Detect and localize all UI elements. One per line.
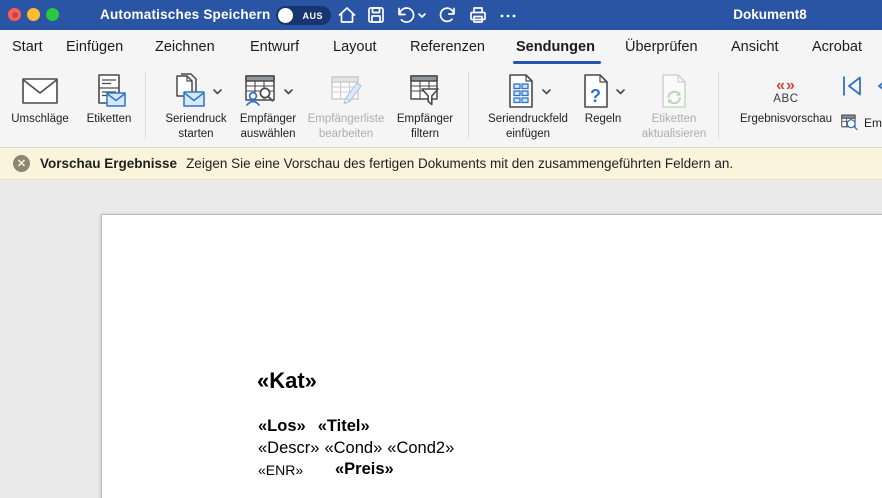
tab-zeichnen[interactable]: Zeichnen — [155, 39, 215, 55]
print-icon — [468, 5, 488, 25]
word-window: { "titlebar": { "autosave_label": "Autom… — [0, 0, 882, 498]
previous-record-icon-partial[interactable] — [874, 73, 882, 99]
umschlaege-button[interactable]: Umschläge — [6, 70, 74, 144]
dropdown-chevron-icon — [284, 82, 293, 100]
autosave-state: AUS — [302, 11, 323, 21]
dropdown-chevron-icon — [213, 82, 222, 100]
find-recipient-partial[interactable]: Em — [841, 111, 882, 134]
start-mail-merge-icon — [170, 73, 208, 109]
empfaenger-filtern-button[interactable]: Empfänger filtern — [388, 70, 462, 144]
dropdown-chevron-icon — [542, 82, 551, 100]
tab-ueberpruefen[interactable]: Überprüfen — [625, 39, 698, 55]
status-x-circle-icon: ✕ — [13, 155, 30, 172]
envelope-icon — [21, 76, 59, 106]
tab-sendungen[interactable]: Sendungen — [516, 39, 595, 55]
find-recipient-icon — [841, 111, 859, 134]
more-toolbar-button[interactable] — [498, 5, 518, 25]
status-message: Zeigen Sie eine Vorschau des fertigen Do… — [186, 156, 733, 171]
autosave-label: Automatisches Speichern — [100, 7, 270, 22]
merge-field-descr: «Descr» — [258, 439, 319, 457]
seriendruckfeld-einfuegen-button[interactable]: Seriendruckfeld einfügen — [476, 70, 580, 144]
print-button[interactable] — [468, 5, 488, 25]
merge-field-line-descr[interactable]: «Descr» «Cond» «Cond2» — [258, 439, 459, 458]
undo-dropdown-chevron-icon[interactable] — [417, 5, 427, 25]
rules-icon: ? — [581, 73, 611, 109]
merge-field-kat[interactable]: «Kat» — [257, 368, 317, 394]
svg-text:?: ? — [590, 86, 601, 106]
minimize-window-button[interactable] — [27, 8, 40, 21]
tab-ansicht[interactable]: Ansicht — [731, 39, 779, 55]
preview-results-icon: «» ABC — [773, 70, 798, 112]
toggle-knob-icon — [278, 8, 293, 23]
regeln-button[interactable]: ? Regeln — [574, 70, 632, 144]
merge-field-enr: «ENR» — [258, 462, 303, 478]
more-icon — [498, 5, 518, 25]
save-button[interactable] — [366, 5, 386, 25]
tab-referenzen[interactable]: Referenzen — [410, 39, 485, 55]
ribbon-group-divider — [145, 71, 146, 139]
undo-icon — [395, 5, 415, 25]
home-icon — [337, 5, 357, 25]
active-tab-underline — [513, 61, 601, 64]
select-recipients-icon — [243, 73, 279, 109]
merge-field-preis: «Preis» — [335, 460, 394, 479]
empfaenger-auswaehlen-button[interactable]: Empfänger auswählen — [230, 70, 306, 144]
merge-field-cond2: «Cond2» — [387, 439, 454, 457]
document-area: «Kat» «Los»«Titel» «Descr»«Cond»«Cond2» … — [0, 180, 882, 498]
home-button[interactable] — [337, 5, 357, 25]
merge-field-line-los-titel[interactable]: «Los» «Titel» — [258, 417, 370, 436]
tab-start[interactable]: Start — [12, 39, 43, 55]
ribbon-group-divider — [468, 71, 469, 139]
tab-acrobat[interactable]: Acrobat — [812, 39, 862, 55]
seriendruck-starten-button[interactable]: Seriendruck starten — [150, 70, 242, 144]
record-navigation — [840, 73, 882, 103]
ribbon-group-divider — [718, 71, 719, 139]
status-message-bar: ✕ Vorschau Ergebnisse Zeigen Sie eine Vo… — [0, 148, 882, 180]
status-title: Vorschau Ergebnisse — [40, 156, 177, 171]
zoom-window-button[interactable] — [46, 8, 59, 21]
document-title: Dokument8 — [715, 7, 825, 22]
empfaengerliste-bearbeiten-button: Empfängerliste bearbeiten — [306, 70, 386, 144]
document-page[interactable]: «Kat» «Los»«Titel» «Descr»«Cond»«Cond2» … — [101, 214, 882, 498]
insert-merge-field-icon — [505, 73, 537, 109]
merge-field-los: «Los» — [258, 417, 306, 435]
labels-icon — [91, 73, 127, 109]
ergebnisvorschau-button[interactable]: «» ABC Ergebnisvorschau — [728, 70, 844, 144]
first-record-icon[interactable] — [840, 73, 864, 99]
autosave-toggle[interactable]: AUS — [276, 6, 331, 25]
tab-einfuegen[interactable]: Einfügen — [66, 39, 123, 55]
redo-button[interactable] — [438, 5, 458, 25]
etiketten-button[interactable]: Etiketten — [76, 70, 142, 144]
dropdown-chevron-icon — [616, 82, 625, 100]
tab-entwurf[interactable]: Entwurf — [250, 39, 299, 55]
update-labels-icon — [659, 73, 689, 109]
redo-icon — [438, 5, 458, 25]
title-bar: Automatisches Speichern AUS Dokument8 — [0, 0, 882, 30]
tab-layout[interactable]: Layout — [333, 39, 377, 55]
merge-field-titel: «Titel» — [318, 417, 370, 435]
edit-recipient-list-icon — [328, 73, 364, 109]
etiketten-aktualisieren-button: Etiketten aktualisieren — [632, 70, 716, 144]
ribbon: Umschläge Etiketten Serien — [0, 65, 882, 148]
merge-field-cond: «Cond» — [324, 439, 382, 457]
save-icon — [366, 5, 386, 25]
close-window-button[interactable] — [8, 8, 21, 21]
filter-recipients-icon — [407, 73, 443, 109]
ribbon-tab-bar: Start Einfügen Zeichnen Entwurf Layout R… — [0, 30, 882, 65]
merge-field-line-enr-preis[interactable]: «ENR» «Preis» — [258, 462, 558, 482]
undo-button[interactable] — [395, 5, 415, 25]
